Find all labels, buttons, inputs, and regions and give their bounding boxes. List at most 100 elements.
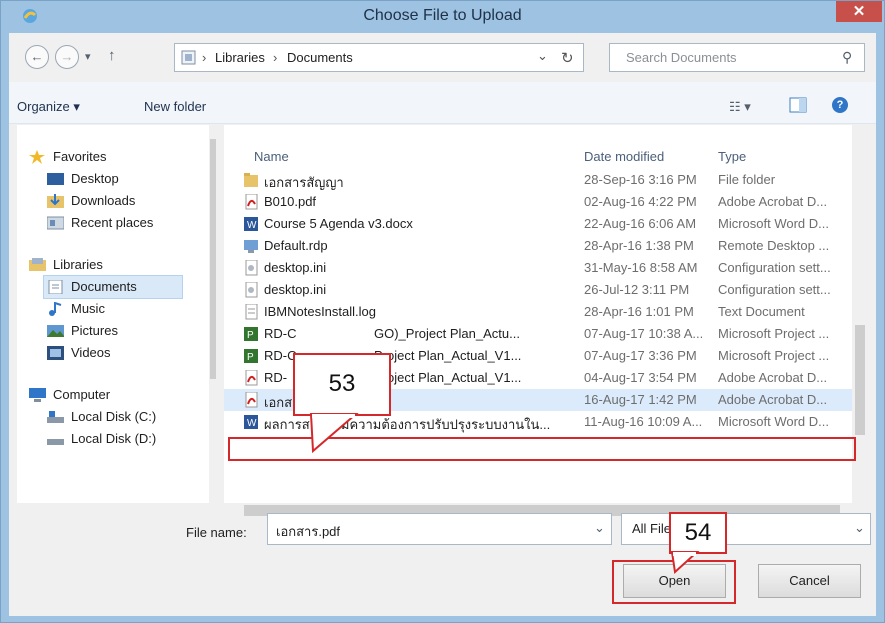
file-date: 28-Sep-16 3:16 PM bbox=[584, 172, 697, 187]
up-button[interactable]: ↑ bbox=[108, 47, 116, 64]
file-row[interactable]: W Course 5 Agenda v3.docx 22-Aug-16 6:06 A… bbox=[224, 213, 852, 235]
forward-button[interactable]: → bbox=[55, 45, 79, 69]
filter-dropdown-icon[interactable]: ⌄ bbox=[854, 520, 865, 536]
file-date: 16-Aug-17 1:42 PM bbox=[584, 392, 697, 407]
rdp-icon bbox=[244, 240, 258, 253]
nav-scrollbar[interactable] bbox=[209, 125, 217, 503]
recent-places-icon bbox=[47, 216, 64, 230]
command-toolbar: Organize ▾ New folder ☷ ▾ ? bbox=[9, 82, 876, 124]
search-input[interactable]: Search Documents ⚲ bbox=[609, 43, 865, 72]
refresh-icon[interactable]: ↻ bbox=[561, 49, 574, 67]
title-bar: Choose File to Upload ✕ bbox=[1, 1, 884, 33]
svg-text:W: W bbox=[247, 220, 257, 231]
downloads-icon bbox=[47, 194, 64, 208]
file-row[interactable]: desktop.ini 31-May-16 8:58 AM Configuratio… bbox=[224, 257, 852, 279]
file-name-continued: Project Plan_Actual_V1... bbox=[374, 348, 522, 363]
file-name: desktop.ini bbox=[264, 260, 327, 275]
file-type: Adobe Acrobat D... bbox=[718, 392, 828, 407]
nav-label: Favorites bbox=[53, 149, 107, 164]
file-date: 28-Apr-16 1:01 PM bbox=[584, 304, 694, 319]
project-icon: P bbox=[244, 327, 258, 341]
breadcrumb-documents[interactable]: Documents bbox=[287, 50, 353, 65]
recent-locations-dropdown[interactable]: ▾ bbox=[85, 50, 91, 63]
nav-label: Recent places bbox=[71, 215, 154, 230]
folder-icon bbox=[244, 173, 258, 187]
file-name: IBMNotesInstall.log bbox=[264, 304, 376, 319]
address-dropdown-icon[interactable]: ⌄ bbox=[537, 48, 548, 64]
file-type: Microsoft Project ... bbox=[718, 348, 830, 363]
desktop-icon bbox=[47, 173, 64, 185]
project-icon: P bbox=[244, 349, 258, 363]
search-icon[interactable]: ⚲ bbox=[842, 49, 852, 66]
pictures-icon bbox=[47, 325, 64, 337]
column-header-name[interactable]: Name bbox=[254, 149, 289, 164]
file-type: Remote Desktop ... bbox=[718, 238, 830, 253]
callout-53: 53 bbox=[293, 353, 391, 416]
file-row[interactable]: IBMNotesInstall.log 28-Apr-16 1:01 PM Text… bbox=[224, 301, 852, 323]
file-type: Text Document bbox=[718, 304, 805, 319]
callout-54-pointer bbox=[670, 551, 700, 574]
ini-icon bbox=[245, 260, 258, 276]
column-header-date[interactable]: Date modified bbox=[584, 149, 664, 164]
documents-icon bbox=[48, 280, 63, 294]
search-placeholder: Search Documents bbox=[626, 50, 737, 65]
file-row[interactable]: Default.rdp 28-Apr-16 1:38 PM Remote Deskt… bbox=[224, 235, 852, 257]
help-icon[interactable]: ? bbox=[832, 97, 848, 113]
file-type: Microsoft Word D... bbox=[718, 216, 830, 231]
file-name: เอกสารสัญญา bbox=[264, 175, 344, 190]
new-folder-button[interactable]: New folder bbox=[144, 99, 206, 114]
nav-label: Libraries bbox=[53, 257, 103, 272]
close-button[interactable]: ✕ bbox=[836, 1, 882, 22]
preview-pane-icon[interactable] bbox=[789, 97, 807, 113]
file-type: Adobe Acrobat D... bbox=[718, 370, 828, 385]
pdf-icon bbox=[245, 392, 258, 408]
computer-icon bbox=[29, 388, 46, 402]
svg-text:P: P bbox=[247, 330, 254, 341]
file-name: Default.rdp bbox=[264, 238, 328, 253]
file-row[interactable]: P RD-C GO)_Project Plan_Actu... 07-Aug-17 1… bbox=[224, 323, 852, 345]
address-bar[interactable]: › Libraries › Documents ⌄ ↻ bbox=[174, 43, 584, 72]
back-button[interactable]: ← bbox=[25, 45, 49, 69]
navigation-pane: Favorites Desktop Downloads Recent place… bbox=[17, 125, 217, 503]
breadcrumb-libraries[interactable]: Libraries bbox=[215, 50, 265, 65]
nav-label: Local Disk (D:) bbox=[71, 431, 157, 446]
svg-text:W: W bbox=[247, 418, 257, 429]
column-header-type[interactable]: Type bbox=[718, 149, 746, 164]
organize-menu[interactable]: Organize ▾ bbox=[17, 99, 80, 115]
file-type-filter[interactable]: All File ⌄ bbox=[621, 513, 871, 545]
breadcrumb-separator: › bbox=[273, 50, 278, 65]
cancel-button[interactable]: Cancel bbox=[758, 564, 861, 598]
nav-label: Videos bbox=[71, 345, 111, 360]
nav-label: Pictures bbox=[71, 323, 118, 338]
file-row[interactable]: เอกสารสัญญา 28-Sep-16 3:16 PM File folder bbox=[224, 169, 852, 191]
file-name: RD-C bbox=[264, 348, 297, 363]
file-name-dropdown-icon[interactable]: ⌄ bbox=[594, 520, 605, 536]
music-icon bbox=[49, 302, 62, 316]
ini-icon bbox=[245, 282, 258, 298]
file-row[interactable]: desktop.ini 26-Jul-12 3:11 PM Configuratio… bbox=[224, 279, 852, 301]
file-name-input[interactable]: เอกสาร.pdf ⌄ bbox=[267, 513, 612, 545]
file-row[interactable]: B010.pdf 02-Aug-16 4:22 PM Adobe Acrobat D… bbox=[224, 191, 852, 213]
scroll-thumb[interactable] bbox=[855, 325, 865, 435]
nav-scroll-thumb[interactable] bbox=[210, 139, 216, 379]
drive-icon bbox=[47, 411, 64, 423]
breadcrumb-separator: › bbox=[202, 50, 207, 65]
file-name-continued: Project Plan_Actual_V1... bbox=[374, 370, 522, 385]
libraries-icon bbox=[29, 258, 46, 271]
file-date: 02-Aug-16 4:22 PM bbox=[584, 194, 697, 209]
callout-53-pointer bbox=[309, 413, 359, 454]
file-name: B010.pdf bbox=[264, 194, 317, 209]
file-type: Microsoft Project ... bbox=[718, 326, 830, 341]
file-date: 07-Aug-17 3:36 PM bbox=[584, 348, 697, 363]
star-icon bbox=[29, 150, 45, 164]
file-type: Configuration sett... bbox=[718, 282, 831, 297]
file-date: 11-Aug-16 10:09 A... bbox=[584, 414, 703, 429]
word-icon: W bbox=[244, 217, 258, 231]
file-name: RD-C bbox=[264, 326, 297, 341]
nav-label: Documents bbox=[71, 279, 137, 294]
file-date: 07-Aug-17 10:38 A... bbox=[584, 326, 704, 341]
drive-icon bbox=[47, 439, 64, 445]
file-name-label: File name: bbox=[186, 525, 247, 540]
view-options-icon[interactable]: ☷ ▾ bbox=[729, 99, 751, 115]
file-name: Course 5 Agenda v3.docx bbox=[264, 216, 413, 231]
